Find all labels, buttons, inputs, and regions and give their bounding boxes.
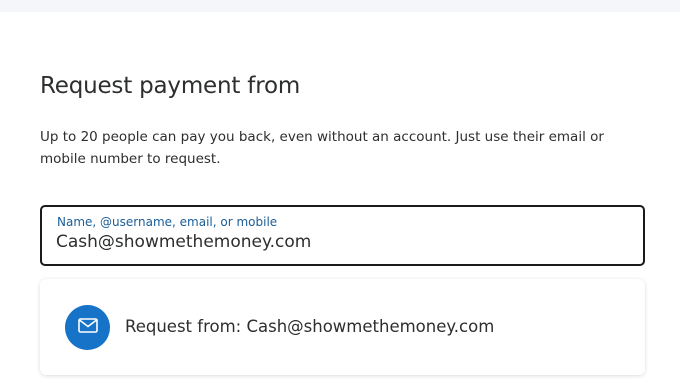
page-title: Request payment from bbox=[40, 73, 301, 99]
recipient-input[interactable] bbox=[56, 232, 616, 252]
recipient-field[interactable]: Name, @username, email, or mobile bbox=[40, 205, 645, 266]
suggestion-label: Request from: Cash@showmethemoney.com bbox=[125, 317, 495, 336]
request-suggestion-option[interactable]: Request from: Cash@showmethemoney.com bbox=[40, 279, 645, 375]
top-bar bbox=[0, 0, 680, 12]
avatar bbox=[65, 305, 110, 350]
recipient-field-label: Name, @username, email, or mobile bbox=[57, 215, 278, 229]
page-description: Up to 20 people can pay you back, even w… bbox=[40, 129, 604, 167]
mail-icon bbox=[77, 318, 98, 337]
